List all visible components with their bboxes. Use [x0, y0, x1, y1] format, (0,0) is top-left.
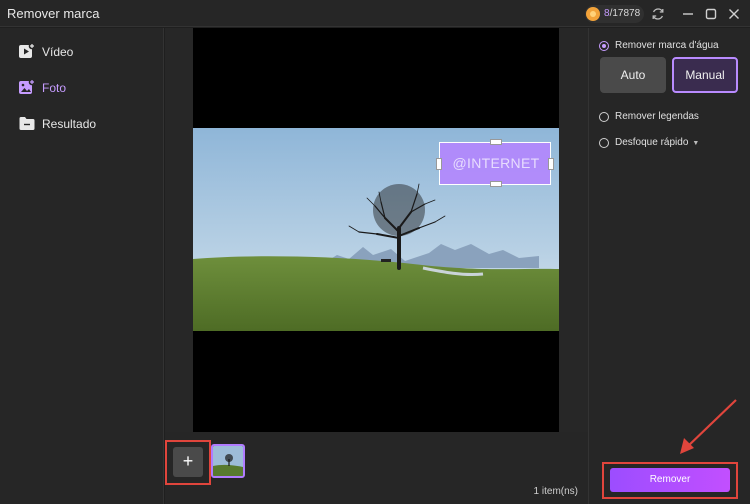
option-label: Remover legendas [615, 111, 699, 122]
maximize-icon[interactable] [701, 4, 721, 24]
option-quick-blur[interactable]: Desfoque rápido ▼ [599, 136, 749, 152]
media-strip: + 1 item(ns) [165, 432, 588, 504]
sidebar-item-photo[interactable]: Foto [0, 72, 164, 102]
option-label: Remover marca d'água [615, 40, 719, 51]
resize-handle-right[interactable] [548, 158, 554, 170]
video-add-icon [18, 42, 36, 60]
annotation-arrow-icon [670, 398, 740, 458]
radio-dot [599, 138, 609, 148]
close-icon[interactable] [724, 4, 744, 24]
title-bar: Remover marca 8/17878 [0, 0, 750, 27]
refresh-icon[interactable] [648, 4, 668, 24]
radio-dot [599, 41, 609, 51]
remove-button[interactable]: Remover [610, 468, 730, 492]
preview-canvas [165, 28, 588, 432]
sidebar-item-result[interactable]: Resultado [0, 108, 164, 138]
sidebar: Vídeo Foto Resultado [0, 28, 164, 504]
watermark-selection-box[interactable]: @INTERNET [436, 139, 554, 187]
dropdown-caret-icon[interactable]: ▼ [692, 140, 699, 147]
mode-auto-button[interactable]: Auto [600, 57, 666, 93]
radio-dot [599, 112, 609, 122]
watermark-text: @INTERNET [452, 155, 540, 171]
option-remove-watermark[interactable]: Remover marca d'água [599, 39, 749, 55]
option-label-text: Desfoque rápido [615, 137, 689, 148]
credit-total: /17878 [609, 8, 641, 19]
window-title: Remover marca [7, 6, 100, 21]
credit-count: 8/17878 [604, 8, 640, 19]
item-count: 1 item(ns) [533, 486, 578, 497]
sidebar-item-label: Vídeo [42, 45, 74, 59]
image-add-icon [18, 78, 36, 96]
mode-manual-button[interactable]: Manual [672, 57, 738, 93]
sidebar-item-label: Resultado [42, 117, 97, 131]
credits-badge[interactable]: 8/17878 [585, 5, 644, 23]
sidebar-item-label: Foto [42, 81, 67, 95]
minimize-icon[interactable] [678, 4, 698, 24]
remove-button-highlight: Remover [602, 462, 738, 499]
resize-handle-bottom[interactable] [490, 181, 502, 187]
media-thumbnail[interactable] [211, 444, 245, 478]
preview-area [193, 28, 559, 432]
option-label: Desfoque rápido ▼ [615, 137, 699, 148]
resize-handle-top[interactable] [490, 139, 502, 145]
folder-icon [18, 114, 36, 132]
option-remove-subtitles[interactable]: Remover legendas [599, 110, 749, 126]
add-media-button[interactable]: + [173, 447, 203, 477]
sidebar-item-video[interactable]: Vídeo [0, 36, 164, 66]
resize-handle-left[interactable] [436, 158, 442, 170]
plus-icon: + [182, 451, 194, 471]
coin-icon [586, 7, 600, 21]
